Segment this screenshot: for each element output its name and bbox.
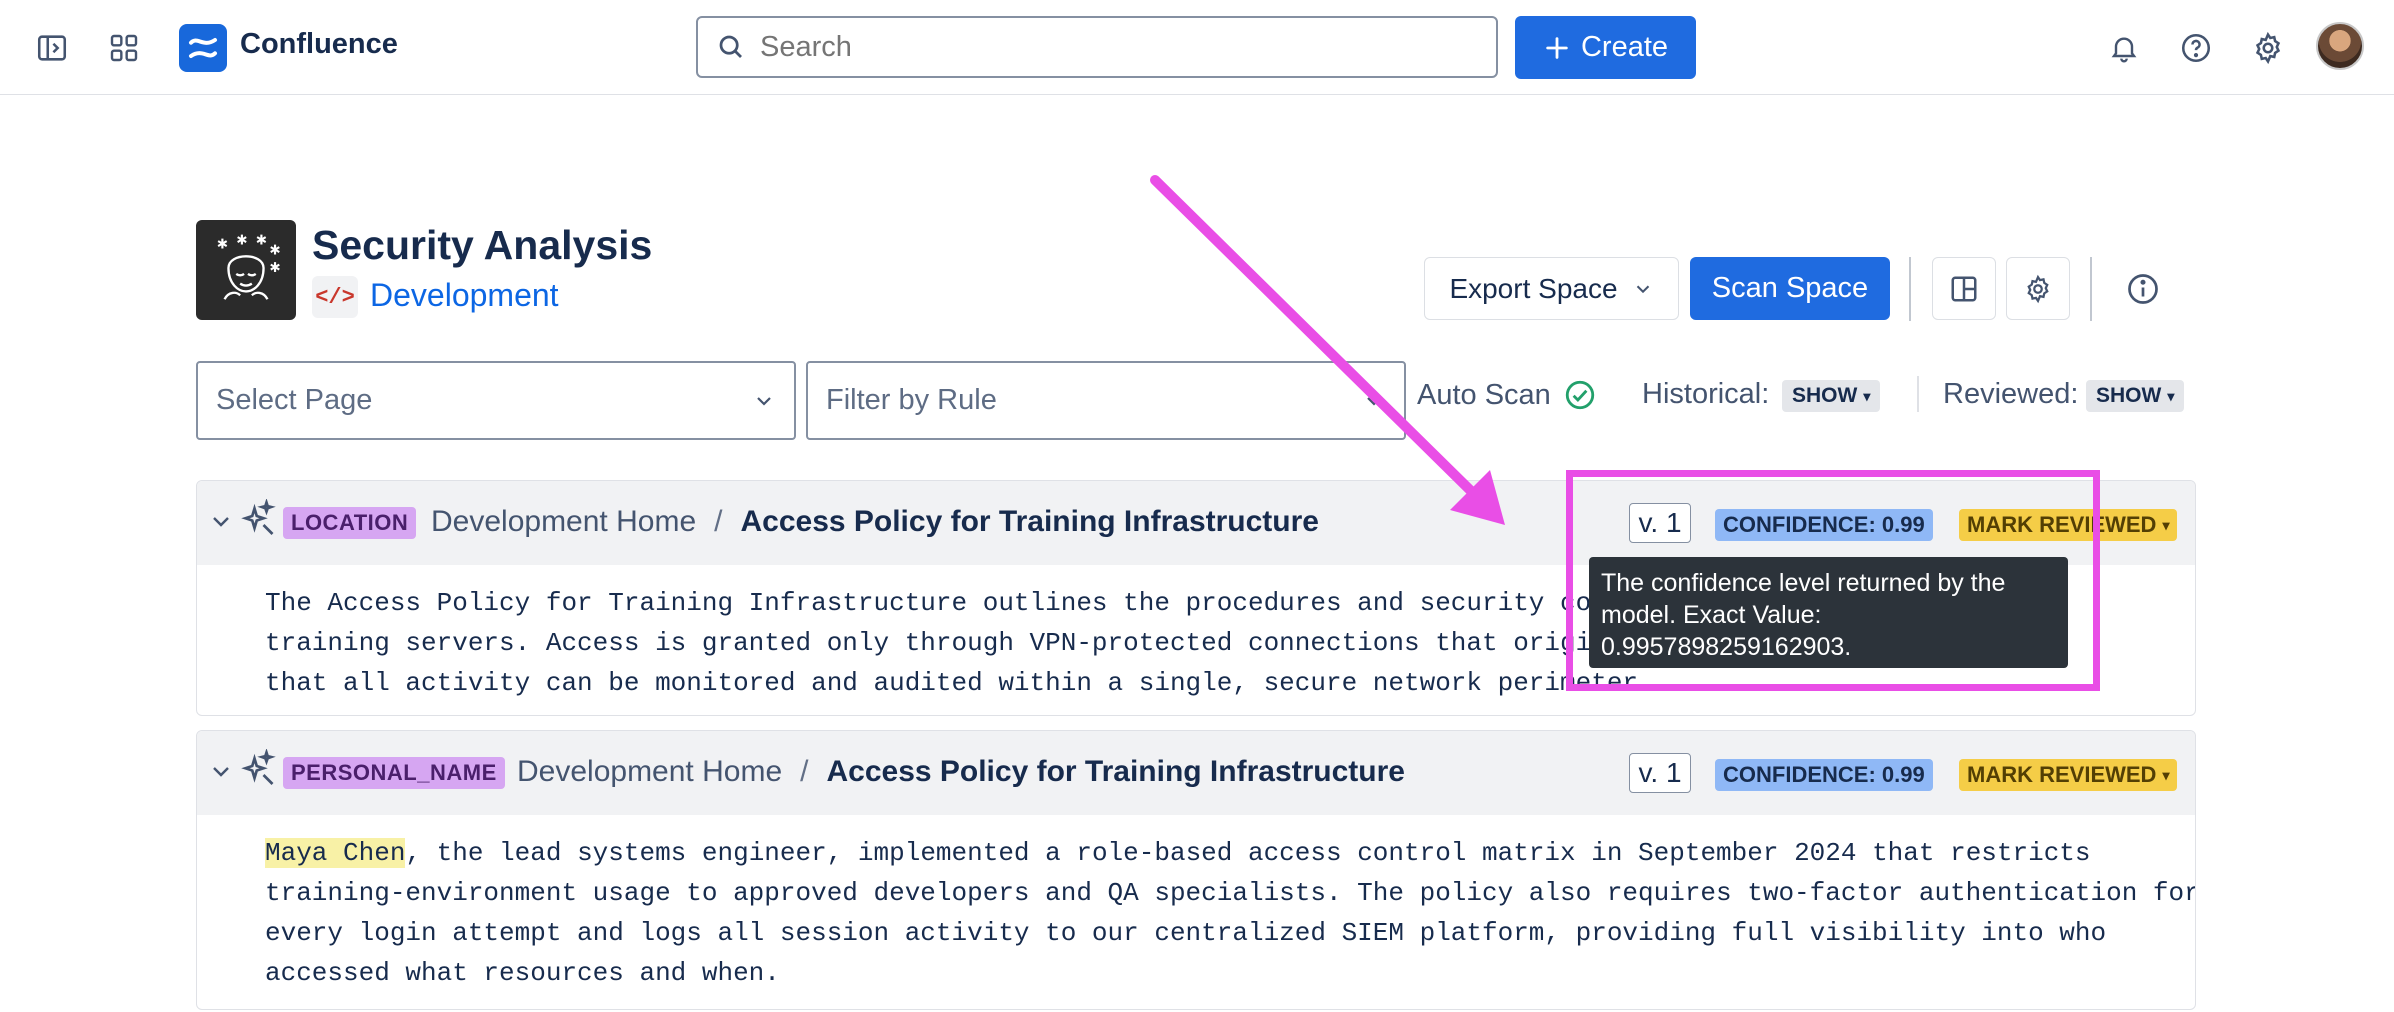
auto-scan-toggle[interactable]: Auto Scan xyxy=(1417,378,1597,412)
filter-rule-placeholder: Filter by Rule xyxy=(826,384,997,416)
space-avatar-icon: ✱ ✱ ✱ ✱ ✱ xyxy=(196,220,296,320)
search-icon xyxy=(719,35,742,58)
breadcrumb-page[interactable]: Access Policy for Training Infrastructur… xyxy=(826,755,1405,788)
divider xyxy=(1909,257,1911,321)
mark-reviewed-button[interactable]: MARK REVIEWED ▾ xyxy=(1959,759,2178,791)
historical-value: SHOW xyxy=(1792,384,1858,407)
avatar[interactable] xyxy=(2316,22,2364,70)
space-title: Security Analysis xyxy=(312,222,653,268)
svg-text:✱: ✱ xyxy=(269,242,280,257)
info-icon[interactable] xyxy=(2118,264,2168,314)
breadcrumb-page[interactable]: Access Policy for Training Infrastructur… xyxy=(740,505,1319,538)
chevron-down-icon xyxy=(757,396,771,406)
historical-show-toggle[interactable]: SHOW ▾ xyxy=(1782,380,1881,412)
breadcrumb-separator: / xyxy=(714,505,723,538)
version-badge[interactable]: v. 1 xyxy=(1629,753,1691,793)
finding-card: PERSONAL_NAME Development Home / Access Po… xyxy=(196,730,2196,1010)
chevron-down-icon[interactable] xyxy=(209,509,233,533)
select-page-dropdown[interactable]: Select Page xyxy=(196,361,796,440)
scan-space-button[interactable]: Scan Space xyxy=(1690,257,1890,320)
snippet-line: Maya Chen, the lead systems engineer, im… xyxy=(265,833,2195,873)
sidebar-toggle-icon[interactable] xyxy=(28,24,76,72)
search-box[interactable] xyxy=(696,16,1498,78)
caret-down-icon: ▾ xyxy=(2162,516,2170,533)
breadcrumb: Development Home / Access Policy for Train… xyxy=(517,755,1405,789)
reviewed-show-toggle[interactable]: SHOW ▾ xyxy=(2086,380,2185,412)
create-label: Create xyxy=(1580,31,1669,63)
breadcrumb-parent[interactable]: Development Home xyxy=(431,505,696,538)
finding-header[interactable]: PERSONAL_NAME Development Home / Access Po… xyxy=(197,731,2195,815)
app-name[interactable]: Confluence xyxy=(240,28,398,61)
layout-icon[interactable] xyxy=(1932,257,1996,320)
gear-icon[interactable] xyxy=(2244,24,2292,72)
snippet-line: accessed what resources and when. xyxy=(265,958,780,988)
space-settings-icon[interactable] xyxy=(2006,257,2070,320)
auto-scan-label: Auto Scan xyxy=(1417,378,1551,411)
export-space-dropdown[interactable]: Export Space xyxy=(1424,257,1679,320)
search-input[interactable] xyxy=(760,30,1460,64)
caret-down-icon: ▾ xyxy=(1863,387,1871,404)
mark-reviewed-label: MARK REVIEWED xyxy=(1967,762,2157,787)
rule-tag: LOCATION xyxy=(283,507,417,539)
bell-icon[interactable] xyxy=(2100,24,2148,72)
top-navigation-bar: Confluence Create xyxy=(0,0,2394,95)
help-icon[interactable] xyxy=(2172,24,2220,72)
reviewed-label: Reviewed: xyxy=(1943,378,2079,410)
caret-down-icon: ▾ xyxy=(2167,387,2175,404)
snippet-line: every login attempt and logs all session… xyxy=(265,918,2107,948)
svg-text:✱: ✱ xyxy=(217,237,228,252)
svg-text:✱: ✱ xyxy=(236,233,247,248)
confluence-logo-icon[interactable] xyxy=(179,24,227,72)
confidence-badge[interactable]: CONFIDENCE: 0.99 xyxy=(1715,759,1933,791)
highlighted-name: Maya Chen xyxy=(265,838,406,868)
category-link[interactable]: Development xyxy=(370,277,559,314)
divider xyxy=(1917,376,1919,412)
chevron-down-icon[interactable] xyxy=(209,759,233,783)
breadcrumb-separator: / xyxy=(800,755,809,788)
finding-snippet: Maya Chen, the lead systems engineer, im… xyxy=(197,815,2195,993)
rule-tag: PERSONAL_NAME xyxy=(283,757,505,789)
plus-icon xyxy=(1546,36,1568,59)
sparkle-icon xyxy=(241,749,276,785)
snippet-line-rest: , the lead systems engineer, implemented… xyxy=(405,838,2091,868)
chevron-down-icon xyxy=(1636,285,1649,293)
export-space-label: Export Space xyxy=(1449,272,1618,304)
divider xyxy=(2090,257,2092,321)
code-icon: </> xyxy=(312,276,358,318)
caret-down-icon: ▾ xyxy=(2162,766,2170,783)
app-switcher-icon[interactable] xyxy=(100,24,148,72)
snippet-line: training-environment usage to approved d… xyxy=(265,878,2196,908)
svg-text:✱: ✱ xyxy=(269,260,280,275)
filter-rule-dropdown[interactable]: Filter by Rule xyxy=(806,361,1406,440)
select-page-placeholder: Select Page xyxy=(216,384,373,416)
annotation-highlight-box xyxy=(1566,470,2100,691)
svg-text:✱: ✱ xyxy=(256,233,267,248)
breadcrumb-parent[interactable]: Development Home xyxy=(517,755,782,788)
chevron-down-icon xyxy=(1367,396,1381,406)
breadcrumb: Development Home / Access Policy for Train… xyxy=(431,505,1319,539)
historical-label: Historical: xyxy=(1642,378,1770,410)
create-button[interactable]: Create xyxy=(1515,16,1696,79)
reviewed-value: SHOW xyxy=(2096,384,2162,407)
sparkle-icon xyxy=(241,499,276,535)
check-circle-icon xyxy=(1565,380,1594,410)
